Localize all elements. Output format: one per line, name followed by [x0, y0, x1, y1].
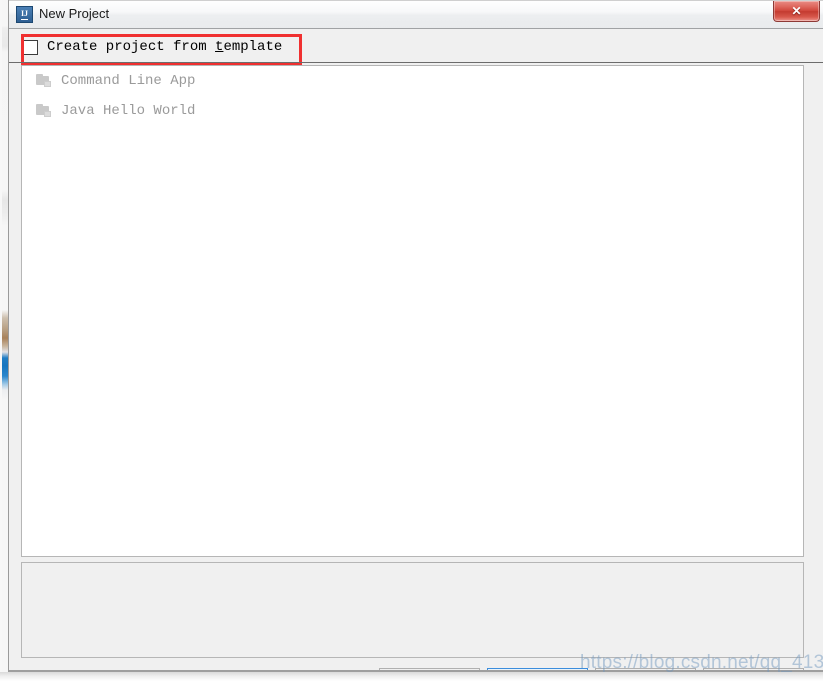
window-title: New Project: [39, 6, 110, 21]
close-button[interactable]: ✕: [773, 1, 820, 22]
create-project-from-template-checkbox-row[interactable]: Create project from template: [23, 36, 282, 58]
template-settings-panel: [21, 562, 804, 658]
new-project-dialog: IJ New Project ✕ Create project from tem…: [8, 0, 823, 672]
list-item-label: Java Hello World: [61, 103, 196, 119]
dialog-body: Create project from template Command Lin…: [9, 29, 823, 672]
template-list[interactable]: Command Line App Java Hello World: [21, 65, 804, 557]
dialog-bottom-edge: [9, 670, 823, 672]
app-icon-label: IJ: [20, 8, 29, 20]
header-separator: [9, 62, 823, 63]
create-project-from-template-label: Create project from template: [47, 39, 282, 55]
titlebar-highlight: [9, 0, 823, 1]
list-item[interactable]: Command Line App: [22, 66, 803, 96]
folder-icon: [36, 104, 52, 118]
create-from-template-row: Create project from template: [15, 32, 810, 65]
list-item-label: Command Line App: [61, 73, 196, 89]
label-text-after: emplate: [223, 39, 283, 55]
folder-icon: [36, 74, 52, 88]
close-icon: ✕: [791, 4, 802, 18]
label-text-before: Create project from: [47, 39, 216, 55]
dialog-titlebar[interactable]: IJ New Project ✕: [9, 0, 823, 29]
create-project-from-template-checkbox[interactable]: [23, 39, 38, 55]
intellij-idea-icon: IJ: [16, 6, 33, 23]
list-item[interactable]: Java Hello World: [22, 96, 803, 126]
dialog-drop-shadow: [0, 672, 823, 685]
